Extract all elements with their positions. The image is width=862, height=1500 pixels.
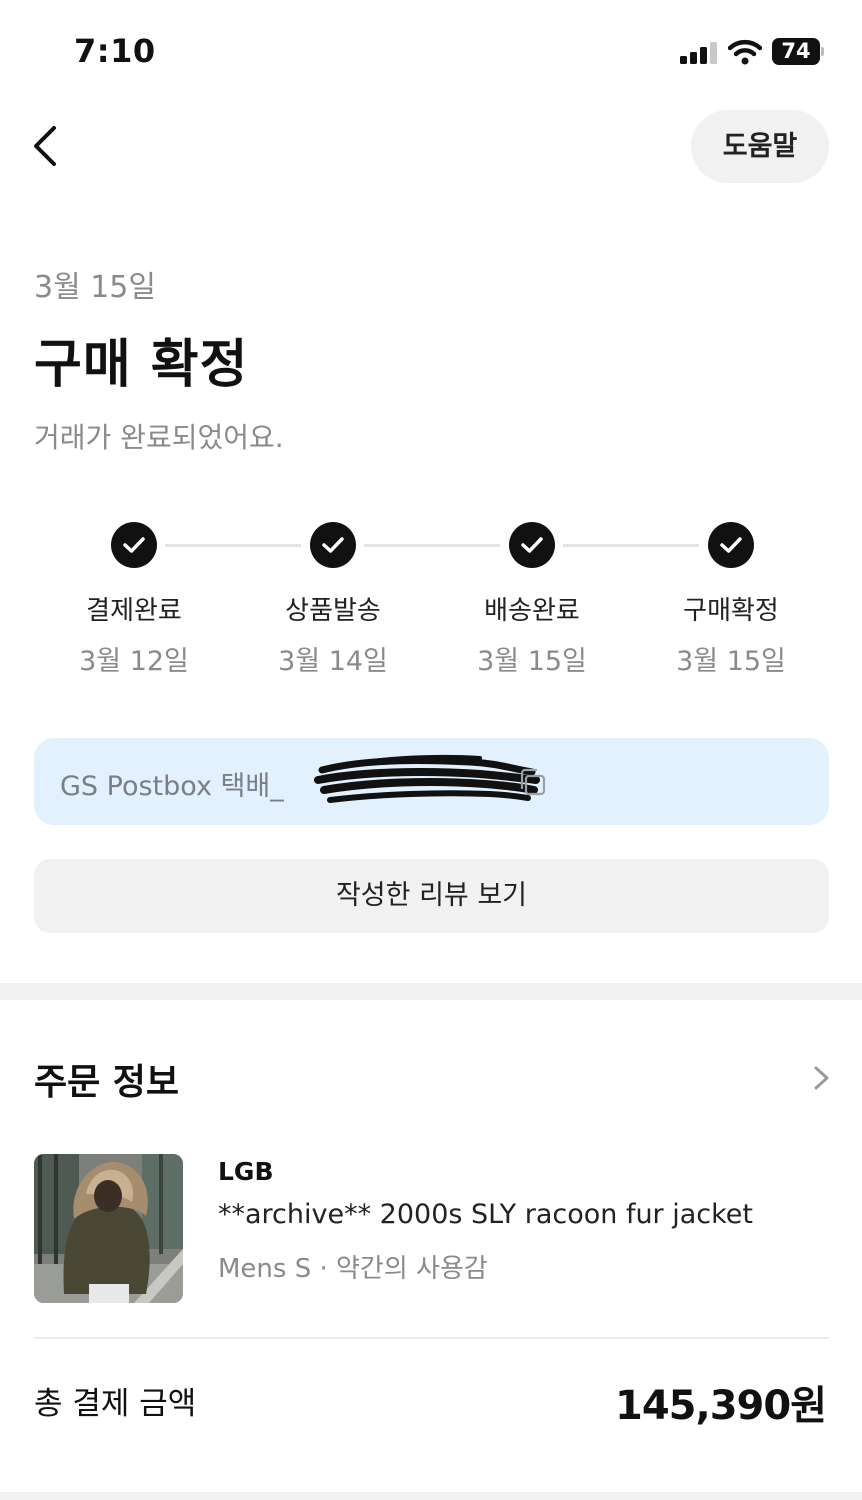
status-subtitle: 거래가 완료되었어요. (34, 421, 284, 454)
status-time: 7:10 (74, 32, 156, 70)
step-date: 3월 12일 (79, 646, 189, 677)
total-payment-label: 총 결제 금액 (34, 1386, 197, 1422)
redaction-scribble (314, 754, 540, 803)
step-label: 상품발송 (285, 596, 381, 626)
step-label: 배송완료 (484, 596, 580, 626)
progress-step-confirmed: 구매확정 3월 15일 (641, 522, 821, 678)
product-name: **archive** 2000s SLY racoon fur jacket (218, 1199, 754, 1230)
tracking-number-box[interactable]: GS Postbox 택배_ (34, 738, 829, 825)
copy-icon[interactable] (516, 766, 548, 798)
chevron-left-icon (34, 126, 56, 166)
section-divider (0, 1492, 862, 1500)
progress-step-shipped: 상품발송 3월 14일 (243, 522, 423, 678)
check-icon (708, 522, 754, 568)
progress-step-delivered: 배송완료 3월 15일 (442, 522, 622, 678)
help-button[interactable]: 도움말 (691, 110, 829, 183)
step-date: 3월 15일 (477, 646, 587, 677)
chevron-right-icon[interactable] (810, 1062, 834, 1094)
view-review-button[interactable]: 작성한 리뷰 보기 (34, 859, 829, 933)
progress-step-payment: 결제완료 3월 12일 (44, 522, 224, 678)
cellular-signal-icon (680, 42, 718, 64)
total-payment-value: 145,390원 (615, 1383, 827, 1429)
product-photo (34, 1154, 183, 1303)
item-divider (34, 1337, 829, 1339)
battery-level: 74 (772, 38, 820, 65)
battery-icon: 74 (772, 38, 824, 65)
status-bar: 7:10 74 (0, 0, 862, 100)
page-title: 구매 확정 (34, 335, 249, 395)
tracking-courier: GS Postbox 택배_ (60, 771, 284, 802)
order-info-title: 주문 정보 (34, 1062, 180, 1103)
step-date: 3월 15일 (676, 646, 786, 677)
wifi-icon (728, 39, 762, 65)
step-label: 결제완료 (86, 596, 182, 626)
product-image[interactable] (34, 1154, 183, 1303)
check-icon (509, 522, 555, 568)
back-button[interactable] (24, 118, 74, 174)
product-option: Mens S · 약간의 사용감 (218, 1254, 488, 1284)
product-brand: LGB (218, 1157, 274, 1186)
section-divider (0, 983, 862, 1000)
step-date: 3월 14일 (278, 646, 388, 677)
status-date: 3월 15일 (34, 270, 156, 305)
step-label: 구매확정 (683, 596, 779, 626)
check-icon (111, 522, 157, 568)
check-icon (310, 522, 356, 568)
